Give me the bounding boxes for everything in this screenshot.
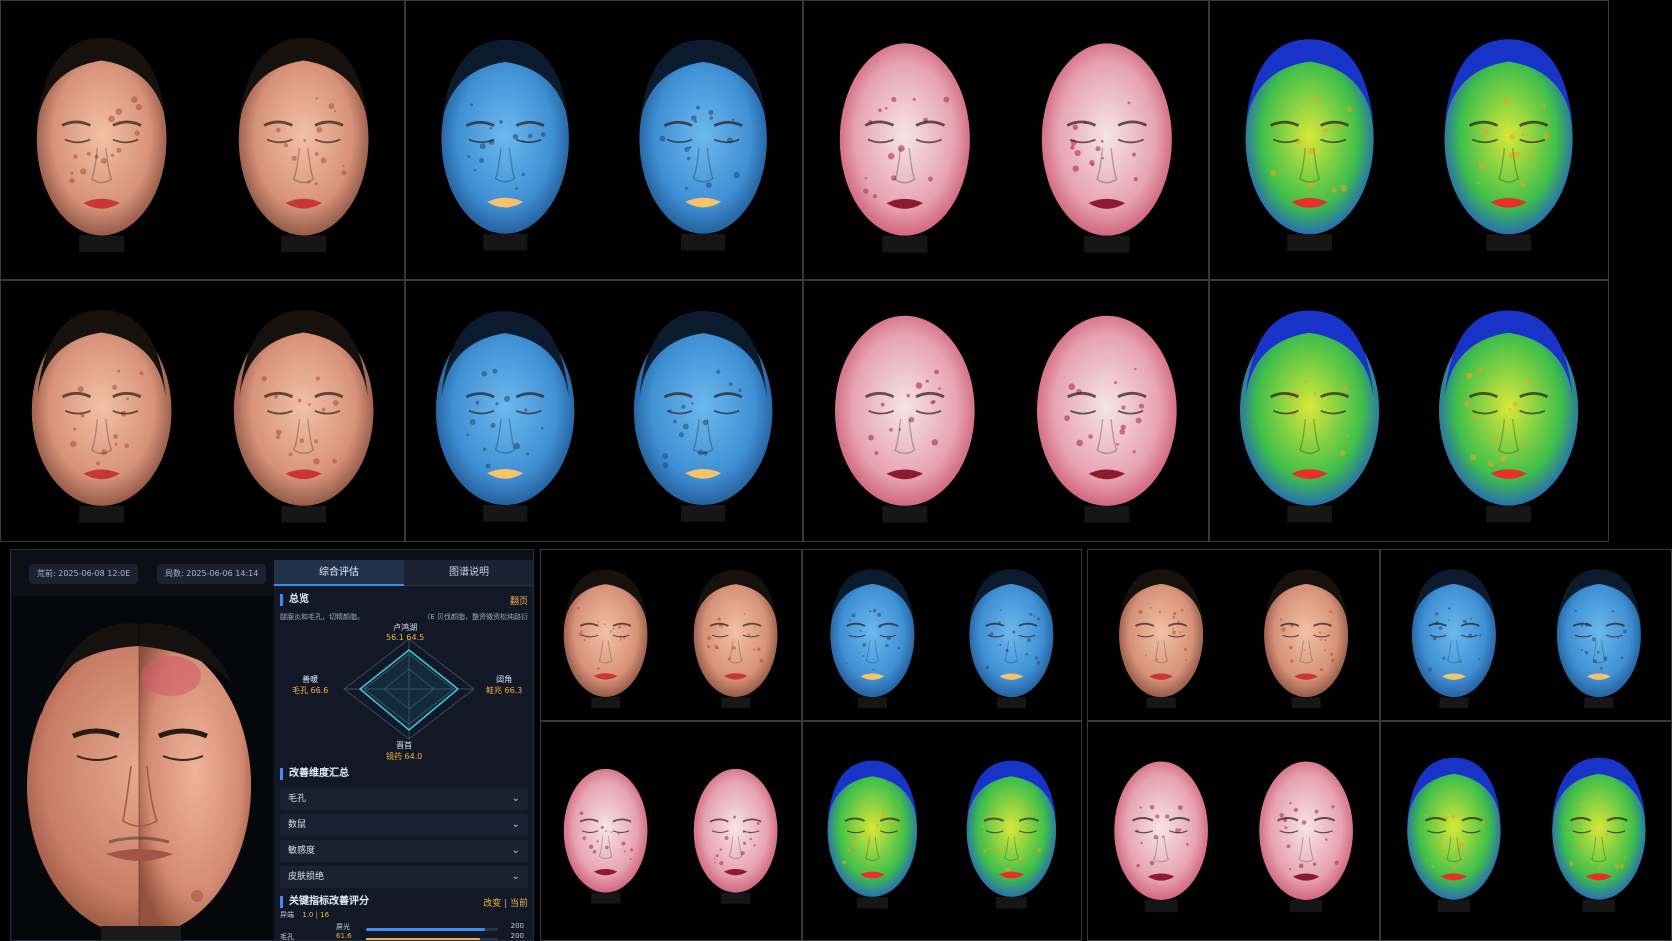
panel-uv-female-3 <box>1380 549 1672 721</box>
tab-comprehensive[interactable]: 综合评估 <box>274 560 404 586</box>
face-image-before <box>17 20 186 259</box>
panel-heatmap-male <box>1209 280 1609 542</box>
panel-visible-light-male <box>0 280 405 542</box>
face-image-before <box>814 737 931 924</box>
summary-right: (E 贝伐颜脂，整资微资松纯路衍 <box>428 612 528 628</box>
face-pair <box>406 281 802 541</box>
dimension-row-spots[interactable]: 数鼠 ⌄ <box>280 814 528 836</box>
face-image-before <box>820 299 990 523</box>
panel-heatmap-female-2 <box>802 721 1082 941</box>
face-image-after <box>620 20 786 259</box>
skin-analysis-app: 荒前: 2025-06-08 12:0E 局数: 2025-06-06 14:1… <box>10 549 534 941</box>
face-image-after <box>681 737 790 924</box>
face-image-before <box>1393 562 1515 708</box>
chevron-down-icon: ⌄ <box>512 788 520 810</box>
metric-row-2: 毛孔 61.6 200 <box>280 932 528 941</box>
date-before-chip: 荒前: 2025-06-08 12:0E <box>29 564 138 584</box>
face-image-before <box>1226 20 1393 259</box>
face-pair <box>1 281 404 541</box>
date-after-chip: 局数: 2025-06-06 14:14 <box>157 564 266 584</box>
face-image-after <box>1022 299 1192 523</box>
key-metrics-link[interactable]: 改变 | 当前 <box>483 896 528 909</box>
panel-heatmap-female-3 <box>1380 721 1672 941</box>
face-image-after <box>1022 20 1192 259</box>
panel-heatmap-female <box>1209 0 1609 280</box>
face-image-after <box>1538 562 1660 708</box>
radar-label-right: 阔角 鲑兆 66.3 <box>486 674 522 696</box>
assessment-pane: 综合评估 图谱说明 总览 翻页 腿腺炎和毛孔，切精颜脂。 (E 贝伐颜脂，整资微… <box>274 560 534 941</box>
split-face-photo <box>11 596 273 941</box>
metric-bar-1 <box>366 928 485 931</box>
face-image-before <box>422 299 588 523</box>
face-image-after <box>219 20 388 259</box>
panel-redness-male <box>803 280 1209 542</box>
panel-uv-female <box>405 0 803 280</box>
face-pair <box>1088 550 1379 720</box>
face-image-before <box>820 20 990 259</box>
face-image-before <box>1226 299 1393 523</box>
panel-redness-female-2 <box>540 721 802 941</box>
dimension-row-damage[interactable]: 皮肤损绝 ⌄ <box>280 866 528 888</box>
dimension-title: 改善维度汇总 <box>280 768 349 780</box>
face-image-before <box>17 299 186 523</box>
face-pair <box>804 1 1208 279</box>
dimension-row-pores[interactable]: 毛孔 ⌄ <box>280 788 528 810</box>
face-image-after <box>1538 737 1660 924</box>
face-pair <box>1210 281 1608 541</box>
face-image-after <box>953 562 1070 708</box>
face-image-before <box>1100 737 1222 924</box>
dimension-row-sensitivity[interactable]: 敏感度 ⌄ <box>280 840 528 862</box>
face-pair <box>803 550 1081 720</box>
face-pair <box>541 722 801 940</box>
overview-title: 总览 <box>280 594 309 606</box>
summary-left: 腿腺炎和毛孔，切精颜脂。 <box>280 612 364 628</box>
chevron-down-icon: ⌄ <box>512 866 520 888</box>
face-pair <box>804 281 1208 541</box>
radar-chart <box>334 634 484 744</box>
face-pair <box>1381 722 1671 940</box>
panel-redness-female-3 <box>1087 721 1380 941</box>
face-image-after <box>681 562 790 708</box>
panel-visible-light-female <box>0 0 405 280</box>
chevron-down-icon: ⌄ <box>512 840 520 862</box>
face-image-before <box>814 562 931 708</box>
face-image-after <box>1425 299 1592 523</box>
face-image-before <box>551 737 660 924</box>
overview-link[interactable]: 翻页 <box>510 594 528 607</box>
face-pair <box>1381 550 1671 720</box>
face-image-after <box>219 299 388 523</box>
face-image-before <box>1100 562 1222 708</box>
face-pair <box>1210 1 1608 279</box>
face-pair <box>1088 722 1379 940</box>
panel-uv-female-2 <box>802 549 1082 721</box>
face-pair <box>1 1 404 279</box>
panel-visible-light-female-3 <box>1087 549 1380 721</box>
key-metrics-title: 关键指标改善评分 <box>280 896 369 908</box>
panel-redness-female <box>803 0 1209 280</box>
face-image-after <box>953 737 1070 924</box>
face-image-before <box>1393 737 1515 924</box>
face-pair <box>803 722 1081 940</box>
panel-uv-male <box>405 280 803 542</box>
chevron-down-icon: ⌄ <box>512 814 520 836</box>
radar-label-bottom: 晋首 镜药 64.0 <box>386 740 422 762</box>
radar-label-top: 卢鸿湖 56.1 64.5 <box>386 622 424 642</box>
face-image-after <box>1425 20 1592 259</box>
tab-bar: 综合评估 图谱说明 <box>274 560 534 586</box>
tab-map-legend[interactable]: 图谱说明 <box>404 560 534 586</box>
face-image-after <box>1245 562 1367 708</box>
face-pair <box>541 550 801 720</box>
face-image-before <box>551 562 660 708</box>
face-pair <box>406 1 802 279</box>
panel-visible-light-female-2 <box>540 549 802 721</box>
face-image-before <box>422 20 588 259</box>
face-image-after <box>1245 737 1367 924</box>
radar-label-left: 善暖 毛孔 66.6 <box>292 674 328 696</box>
face-image-after <box>620 299 786 523</box>
